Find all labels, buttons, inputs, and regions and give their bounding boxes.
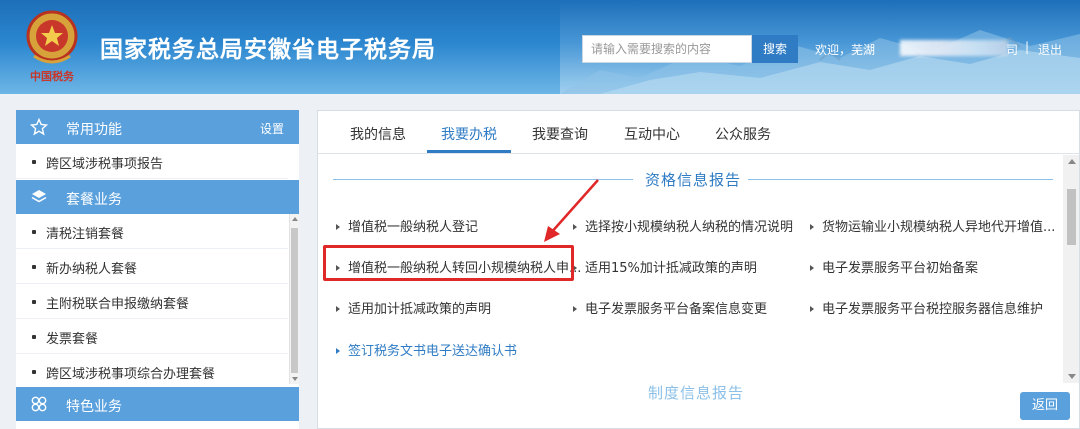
- site-title: 国家税务总局安徽省电子税务局: [100, 37, 436, 63]
- service-item[interactable]: 适用加计抵减政策的声明: [336, 298, 491, 317]
- sidebar-header-common[interactable]: 常用功能 设置: [16, 110, 299, 144]
- sidebar: 常用功能 设置 跨区域涉税事项报告 套餐业务 清税注销套餐 新办纳税人套餐 主附…: [16, 110, 299, 429]
- bullet: [32, 300, 36, 304]
- service-item[interactable]: 货物运输业小规模纳税人异地代开增值...: [810, 216, 1055, 235]
- next-section-title: 制度信息报告: [648, 384, 745, 402]
- main-scrollbar[interactable]: [1063, 155, 1079, 383]
- caret-right-icon: [810, 264, 814, 271]
- settings-link[interactable]: 设置: [260, 120, 284, 137]
- sidebar-header-package[interactable]: 套餐业务: [16, 180, 299, 214]
- service-item[interactable]: 适用15%加计抵减政策的声明: [573, 257, 757, 276]
- username-tail: 司: [1006, 43, 1019, 57]
- caret-right-icon: [336, 223, 340, 230]
- scrollbar-thumb[interactable]: [291, 228, 298, 373]
- sidebar-header-label: 特色业务: [66, 399, 122, 415]
- scroll-down-icon[interactable]: [1068, 374, 1076, 379]
- sidebar-item-label: 跨区域涉税事项综合办理套餐: [46, 367, 216, 382]
- tab-query[interactable]: 我要查询: [532, 124, 588, 144]
- service-item[interactable]: 电子发票服务平台税控服务器信息维护: [810, 298, 1043, 317]
- tab-public-service[interactable]: 公众服务: [715, 124, 771, 144]
- sidebar-item-label: 主附税联合申报缴纳套餐: [46, 297, 190, 312]
- bullet: [32, 370, 36, 374]
- section-divider-right: [748, 179, 1053, 180]
- caret-right-icon: [336, 347, 340, 354]
- layers-icon: [31, 190, 47, 203]
- sidebar-item-invoice-package[interactable]: 发票套餐: [16, 319, 288, 354]
- service-item-label: 货物运输业小规模纳税人异地代开增值...: [822, 220, 1056, 235]
- annotation-highlight-box: [323, 245, 574, 281]
- sidebar-item-new-taxpayer-package[interactable]: 新办纳税人套餐: [16, 249, 288, 284]
- active-tab-indicator: [427, 150, 511, 153]
- bullet: [32, 160, 36, 164]
- scroll-up-icon[interactable]: [292, 217, 298, 221]
- service-item[interactable]: 电子发票服务平台备案信息变更: [573, 298, 767, 317]
- service-item-label: 电子发票服务平台初始备案: [822, 261, 979, 276]
- clover-icon: [31, 396, 47, 412]
- service-item[interactable]: 增值税一般纳税人登记: [336, 216, 478, 235]
- sidebar-item-label: 发票套餐: [46, 332, 99, 347]
- caret-right-icon: [573, 305, 577, 312]
- search-input[interactable]: [582, 35, 752, 63]
- redacted-username: [900, 40, 1008, 56]
- emblem-caption: 中国税务: [30, 70, 74, 83]
- star-icon: [30, 118, 48, 136]
- sidebar-item-joint-filing-package[interactable]: 主附税联合申报缴纳套餐: [16, 284, 288, 319]
- logout-link[interactable]: 退出: [1038, 41, 1062, 58]
- service-item-label: 电子发票服务平台税控服务器信息维护: [822, 302, 1044, 317]
- sidebar-item-label: 新办纳税人套餐: [46, 262, 138, 277]
- section-title: 资格信息报告: [645, 171, 742, 189]
- search-button[interactable]: 搜索: [752, 35, 798, 63]
- caret-right-icon: [336, 305, 340, 312]
- sidebar-header-label: 套餐业务: [66, 192, 122, 208]
- annotation-arrow-icon: [544, 179, 599, 242]
- service-item[interactable]: 签订税务文书电子送达确认书: [336, 340, 517, 359]
- service-item[interactable]: 电子发票服务平台初始备案: [810, 257, 978, 276]
- sidebar-item-cross-region-package[interactable]: 跨区域涉税事项综合办理套餐: [16, 354, 288, 389]
- sidebar-item-label: 跨区域涉税事项报告: [46, 157, 164, 172]
- sidebar-item-deregistration-package[interactable]: 清税注销套餐: [16, 214, 288, 249]
- bullet: [32, 230, 36, 234]
- scroll-up-icon[interactable]: [1068, 159, 1076, 164]
- service-item-label: 适用加计抵减政策的声明: [348, 302, 492, 317]
- welcome-text: 欢迎，芜湖: [815, 43, 876, 57]
- tab-tax-handling[interactable]: 我要办税: [441, 124, 497, 144]
- header-separator: |: [1025, 40, 1030, 54]
- service-item-label: 增值税一般纳税人登记: [348, 220, 479, 235]
- sidebar-header-special[interactable]: 特色业务: [16, 387, 299, 421]
- caret-right-icon: [810, 223, 814, 230]
- sidebar-item-label: 清税注销套餐: [46, 227, 125, 242]
- sidebar-scrollbar[interactable]: [289, 214, 299, 384]
- sidebar-item-cross-region-report[interactable]: 跨区域涉税事项报告: [16, 144, 288, 179]
- service-item-label: 电子发票服务平台备案信息变更: [585, 302, 768, 317]
- tab-bar: 我的信息 我要办税 我要查询 互动中心 公众服务: [318, 111, 1079, 154]
- scroll-down-icon[interactable]: [292, 377, 298, 381]
- service-item-label: 选择按小规模纳税人纳税的情况说明: [585, 220, 794, 235]
- tab-interaction[interactable]: 互动中心: [624, 124, 680, 144]
- caret-right-icon: [810, 305, 814, 312]
- header-banner: 中国税务 国家税务总局安徽省电子税务局 搜索 欢迎，芜湖 司 | 退出: [0, 0, 1080, 94]
- main-panel: 我的信息 我要办税 我要查询 互动中心 公众服务 资格信息报告 增值税一般纳税人…: [317, 110, 1080, 429]
- tab-my-info[interactable]: 我的信息: [350, 124, 406, 144]
- sidebar-header-label: 常用功能: [66, 122, 122, 138]
- service-item-label: 签订税务文书电子送达确认书: [348, 344, 518, 359]
- back-button[interactable]: 返回: [1020, 392, 1070, 420]
- scrollbar-thumb[interactable]: [1067, 189, 1076, 245]
- service-item-label: 适用15%加计抵减政策的声明: [585, 261, 757, 276]
- bullet: [32, 265, 36, 269]
- bullet: [32, 335, 36, 339]
